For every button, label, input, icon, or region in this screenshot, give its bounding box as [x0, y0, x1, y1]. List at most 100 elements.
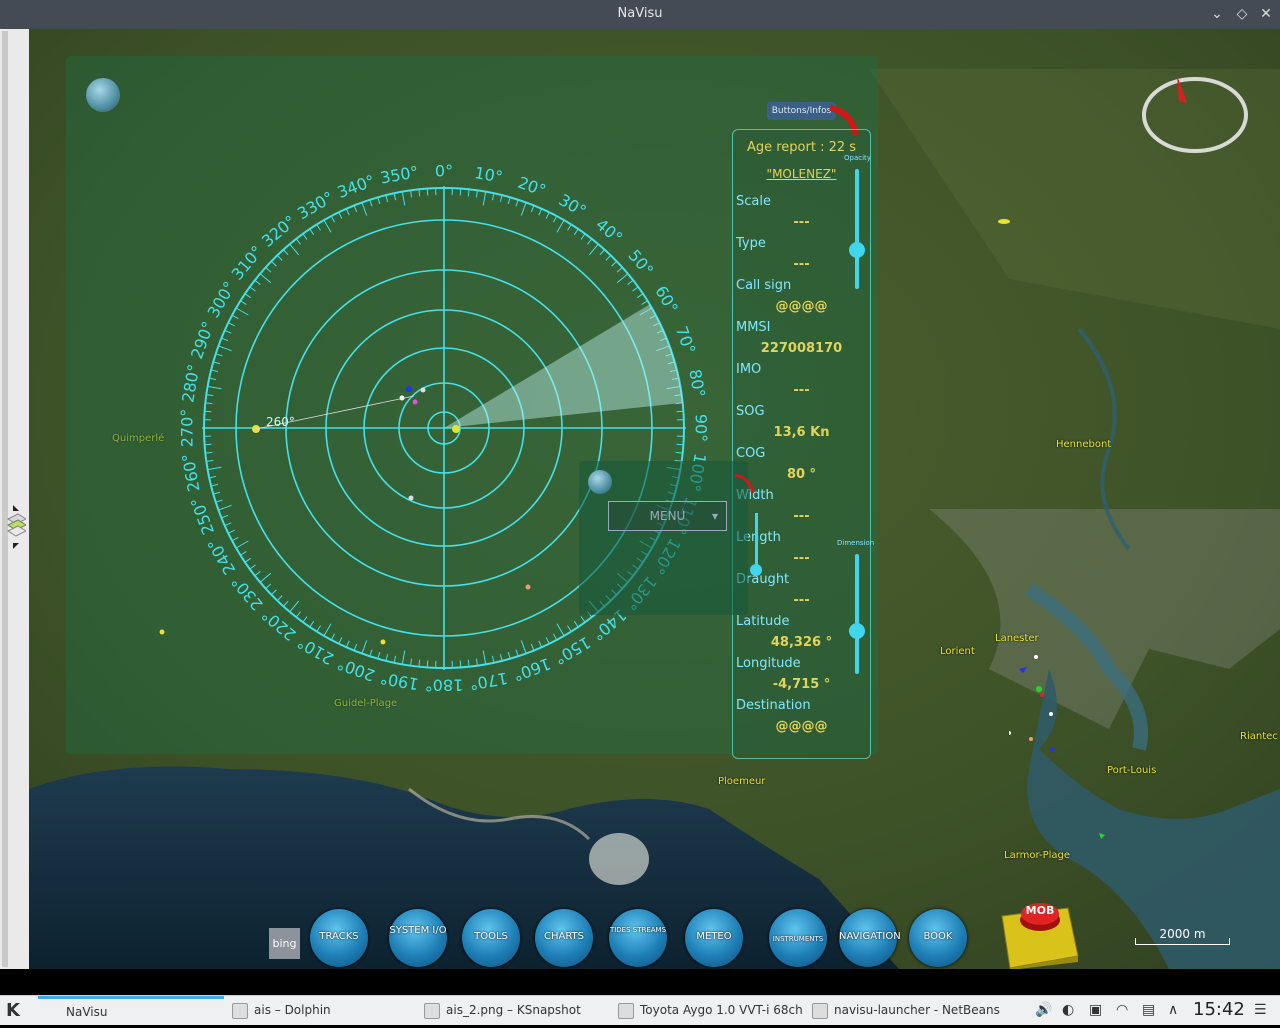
radar-tick [331, 216, 334, 222]
field-label: IMO [736, 362, 761, 377]
radar-tick [211, 370, 218, 372]
close-icon[interactable]: ✕ [1256, 4, 1276, 24]
meteo-button[interactable]: METEO [685, 909, 743, 967]
clipboard-icon[interactable]: ▣ [1089, 996, 1102, 1025]
side-scrollbar[interactable] [2, 31, 8, 967]
radar-tick [500, 195, 502, 202]
vessel-name-link[interactable]: "MOLENEZ" [733, 167, 870, 181]
menu-dropdown[interactable]: MENU ▾ [608, 501, 727, 531]
menu-icon[interactable]: ☰ [1254, 996, 1267, 1025]
compass-icon[interactable] [1139, 75, 1251, 157]
radar-tick [386, 195, 388, 202]
field-value: @@@@ [733, 299, 870, 314]
opacity-slider[interactable] [855, 169, 859, 289]
bearing-label: 20° [515, 173, 548, 201]
network-manager-icon[interactable]: ◐ [1062, 996, 1074, 1025]
radar-tick [339, 637, 342, 643]
taskbar-item[interactable]: Toyota Aygo 1.0 VVT-i 68ch [618, 996, 804, 1025]
radar-tick [303, 234, 307, 240]
field-value: 13,6 Kn [733, 425, 870, 440]
radar-tick [346, 209, 349, 215]
bearing-label: 60° [651, 282, 682, 316]
radar-tick [206, 395, 213, 396]
bearing-label: 30° [555, 190, 589, 221]
taskbar-item[interactable]: navisu-launcher - NetBeans [812, 996, 1018, 1025]
taskbar-item[interactable]: NaVisu [38, 996, 224, 1028]
radar-tick [587, 239, 591, 245]
yellow-target[interactable] [998, 219, 1010, 224]
radar-tick [468, 189, 469, 196]
bearing-label: 320° [258, 211, 300, 250]
chevron-up-icon[interactable]: ∧ [1168, 996, 1178, 1025]
radar-tick [492, 656, 493, 663]
place-label: Lanester [995, 633, 1039, 644]
tides-streams-button[interactable]: TIDES STREAMS [609, 909, 667, 967]
window-title: NaVisu [0, 6, 1280, 21]
globe-icon[interactable] [588, 470, 612, 494]
tools-button[interactable]: TOOLS [462, 909, 520, 967]
radar-tick [225, 523, 231, 526]
battery-icon[interactable]: ▤ [1142, 996, 1155, 1025]
radar-tick [213, 492, 220, 494]
radar-tick [574, 621, 578, 627]
radar-tick [633, 287, 639, 291]
ais-targets[interactable] [1009, 649, 1109, 879]
taskbar-item[interactable]: ais – Dolphin [232, 996, 418, 1025]
radar-tick [303, 617, 307, 623]
radar-tick [232, 315, 238, 318]
mob-button[interactable]: MOB [998, 898, 1080, 969]
radar-tick [402, 651, 404, 665]
radar-tick [642, 301, 648, 305]
radar-tick [236, 308, 248, 315]
layers-icon[interactable] [4, 505, 26, 549]
field-label: Longitude [736, 656, 801, 671]
radar-tick [354, 644, 357, 650]
place-label: Riantec [1240, 731, 1278, 742]
field-label: Call sign [736, 278, 791, 293]
menu-slider-knob[interactable] [750, 564, 762, 576]
field-label: COG [736, 446, 765, 461]
bearing-label: 300° [204, 278, 240, 321]
map-view[interactable]: QuimperléGuidel-PlageHennebontLanesterLo… [29, 29, 1280, 969]
dimension-slider-knob[interactable] [849, 623, 865, 639]
kde-launcher-icon[interactable]: K [6, 1000, 26, 1020]
radar-tick [208, 467, 222, 469]
radar-tick [211, 484, 218, 486]
opacity-slider-knob[interactable] [849, 242, 865, 258]
radar-tick [411, 659, 412, 666]
radar-tick [567, 224, 571, 230]
bearing-label: 330° [294, 188, 337, 224]
keep-above-icon[interactable]: ◇ [1232, 4, 1252, 24]
menu-slider[interactable] [755, 513, 758, 571]
bearing-label: 190° [379, 668, 420, 693]
radar-tick [539, 209, 542, 215]
dimension-slider[interactable] [855, 554, 859, 674]
chevron-down-icon[interactable]: ⌄ [1207, 4, 1227, 24]
radar-tick [221, 338, 227, 341]
system-io-button[interactable]: SYSTEM I/O [389, 909, 447, 967]
taskbar-item[interactable]: ais_2.png – KSnapshot [424, 996, 610, 1025]
radar-tick [500, 654, 502, 661]
bearing-label: 80° [685, 368, 709, 399]
instruments-button[interactable]: INSTRUMENTS [769, 909, 827, 967]
radar-tick [228, 530, 234, 533]
field-value: @@@@ [733, 719, 870, 734]
taskbar: K NaVisu ais – Dolphin ais_2.png – KSnapsh… [0, 995, 1280, 1025]
place-label: Lorient [940, 646, 975, 657]
tracks-button[interactable]: TRACKS [310, 909, 368, 967]
book-button[interactable]: BOOK [909, 909, 967, 967]
charts-button[interactable]: CHARTS [535, 909, 593, 967]
radar-tick [637, 294, 643, 298]
wifi-icon[interactable]: ◠ [1116, 996, 1128, 1025]
field-value: -4,715 ° [733, 677, 870, 692]
radar-contacts[interactable] [160, 386, 531, 645]
radar-tick [617, 274, 628, 283]
bearing-label: 10° [473, 163, 504, 187]
volume-icon[interactable]: 🔊 [1035, 996, 1052, 1025]
clock[interactable]: 15:42 [1193, 996, 1245, 1024]
taskbar-item-label: ais_2.png – KSnapshot [446, 1003, 581, 1017]
radar-tick [290, 601, 299, 612]
menu-label: MENU [650, 509, 686, 523]
navigation-button[interactable]: NAVIGATION [839, 909, 897, 967]
app-icon [232, 1003, 248, 1019]
